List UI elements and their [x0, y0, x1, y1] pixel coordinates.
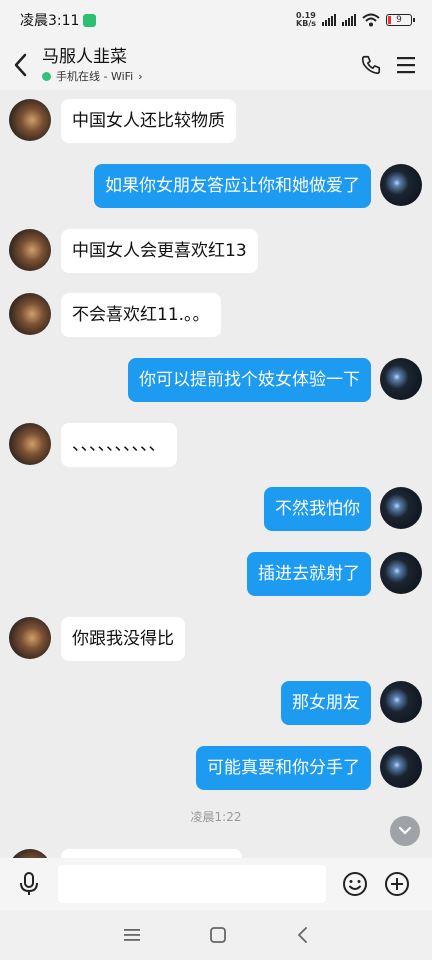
- phone-icon[interactable]: [360, 54, 382, 76]
- message-bubble[interactable]: 中国女人还比较物质: [61, 99, 236, 143]
- avatar[interactable]: [9, 99, 51, 141]
- avatar[interactable]: [380, 164, 422, 206]
- avatar[interactable]: [380, 487, 422, 529]
- battery-icon: 9: [386, 14, 415, 26]
- plus-icon[interactable]: [384, 871, 410, 897]
- app-notification-icon: [83, 13, 97, 27]
- status-right: 0.19 KB/s 9: [296, 12, 415, 28]
- message-row: 中国女人会更喜欢红13: [0, 226, 432, 273]
- home-icon[interactable]: [210, 927, 226, 943]
- message-row-partial: [0, 846, 432, 858]
- message-row: 如果你女朋友答应让你和她做爱了: [0, 161, 432, 208]
- chevron-right-icon: ›: [138, 69, 143, 83]
- menu-icon[interactable]: [396, 56, 416, 74]
- message-row: 、、、、、、、、、、: [0, 420, 432, 467]
- message-bubble[interactable]: 不然我怕你: [264, 487, 371, 531]
- avatar[interactable]: [9, 849, 51, 858]
- message-row: 中国女人还比较物质: [0, 96, 432, 143]
- status-bar: 凌晨3:11 0.19 KB/s 9: [0, 0, 432, 40]
- chat-header: 马服人韭菜 手机在线 - WiFi ›: [0, 40, 432, 90]
- message-bubble[interactable]: 可能真要和你分手了: [196, 746, 371, 790]
- back-button[interactable]: [0, 40, 40, 90]
- timestamp: 凌晨1:22: [190, 810, 242, 824]
- status-left: 凌晨3:11: [20, 10, 97, 30]
- voice-button[interactable]: [0, 871, 58, 897]
- message-list[interactable]: 中国女人还比较物质 如果你女朋友答应让你和她做爱了 中国女人会更喜欢红13 不会…: [0, 90, 432, 858]
- avatar[interactable]: [380, 358, 422, 400]
- avatar[interactable]: [9, 229, 51, 271]
- chat-title: 马服人韭菜: [42, 47, 127, 67]
- input-actions: [342, 871, 410, 897]
- message-row: 插进去就射了: [0, 549, 432, 596]
- signal-icon: [322, 14, 336, 26]
- message-bubble-partial[interactable]: [61, 849, 242, 858]
- message-row: 不会喜欢红11.。。: [0, 290, 432, 337]
- message-bubble[interactable]: 插进去就射了: [247, 552, 371, 596]
- wifi-icon: [362, 13, 380, 27]
- chat-title-block[interactable]: 马服人韭菜 手机在线 - WiFi ›: [40, 46, 360, 84]
- header-actions: [360, 54, 432, 76]
- message-bubble[interactable]: 、、、、、、、、、、: [61, 423, 177, 467]
- online-status-text: 手机在线 - WiFi: [56, 70, 134, 83]
- microphone-icon: [20, 872, 38, 895]
- input-bar: [0, 858, 432, 910]
- battery-level: 9: [396, 15, 402, 25]
- message-row: 可能真要和你分手了: [0, 743, 432, 790]
- scroll-down-button[interactable]: [390, 816, 420, 846]
- message-input[interactable]: [58, 865, 326, 903]
- message-row: 不然我怕你: [0, 484, 432, 531]
- avatar[interactable]: [9, 423, 51, 465]
- online-status: 手机在线 - WiFi ›: [42, 68, 360, 84]
- chevron-down-icon: [398, 826, 412, 835]
- message-bubble[interactable]: 那女朋友: [281, 681, 371, 725]
- avatar[interactable]: [9, 617, 51, 659]
- network-speed-unit: KB/s: [296, 19, 316, 28]
- message-bubble[interactable]: 不会喜欢红11.。。: [61, 293, 221, 337]
- avatar[interactable]: [380, 681, 422, 723]
- avatar[interactable]: [380, 746, 422, 788]
- message-bubble[interactable]: 如果你女朋友答应让你和她做爱了: [94, 164, 371, 208]
- message-bubble[interactable]: 你可以提前找个妓女体验一下: [128, 358, 371, 402]
- avatar[interactable]: [380, 552, 422, 594]
- emoji-icon[interactable]: [342, 871, 368, 897]
- message-row: 你跟我没得比: [0, 614, 432, 661]
- system-nav-bar: [0, 910, 432, 960]
- recents-icon[interactable]: [124, 928, 140, 942]
- status-time: 凌晨3:11: [20, 13, 80, 29]
- back-arrow-icon: [14, 53, 27, 77]
- message-row: 你可以提前找个妓女体验一下: [0, 355, 432, 402]
- message-bubble[interactable]: 中国女人会更喜欢红13: [61, 229, 258, 273]
- message-row: 那女朋友: [0, 678, 432, 725]
- message-bubble[interactable]: 你跟我没得比: [61, 617, 185, 661]
- network-speed: 0.19 KB/s: [296, 12, 316, 28]
- back-nav-icon[interactable]: [296, 927, 308, 943]
- signal-icon-2: [342, 14, 356, 26]
- avatar[interactable]: [9, 293, 51, 335]
- online-dot-icon: [42, 71, 51, 81]
